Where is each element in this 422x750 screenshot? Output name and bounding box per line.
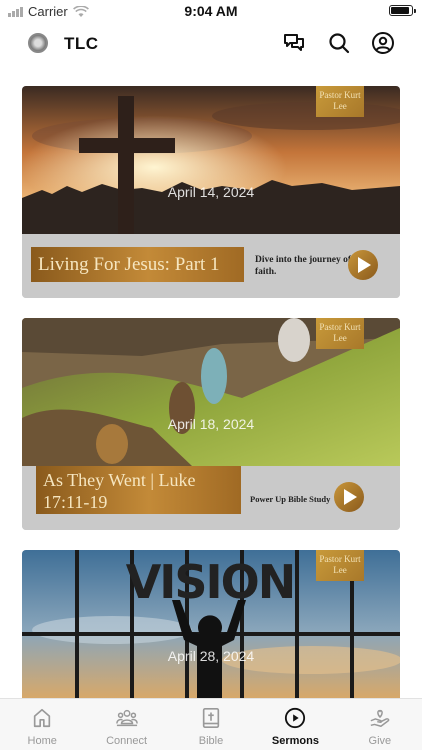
sermon-title: As They Went | Luke 17:11-19: [36, 466, 241, 514]
card-footer: Living For Jesus: Part 1 Dive into the j…: [22, 234, 400, 298]
app-header: TLC: [0, 26, 422, 62]
app-title: TLC: [64, 34, 99, 53]
sermon-tagline: Power Up Bible Study: [250, 494, 331, 504]
tab-sermons[interactable]: Sermons: [253, 699, 337, 750]
tab-label: Give: [368, 735, 392, 747]
sermon-tagline: Dive into the journey of faith.: [255, 255, 352, 277]
people-icon: [115, 709, 138, 727]
tab-bible[interactable]: Bible: [169, 699, 253, 750]
search-icon[interactable]: [327, 31, 351, 55]
bottom-tab-bar: Home Connect Bible Sermons Give: [0, 698, 422, 750]
home-icon: [34, 708, 51, 728]
tab-label: Sermons: [271, 735, 319, 747]
sermon-date: April 14, 2024: [167, 184, 255, 200]
tab-label: Home: [27, 735, 57, 747]
battery-level: [391, 7, 409, 14]
church-logo[interactable]: [28, 33, 48, 53]
pastor-badge: Pastor Kurt Lee: [316, 318, 364, 349]
sermon-feed: Pastor Kurt Lee April 14, 2024 Living Fo…: [22, 86, 400, 750]
tab-label: Bible: [198, 735, 224, 747]
tab-connect[interactable]: Connect: [84, 699, 168, 750]
status-bar: Carrier 9:04 AM: [0, 0, 422, 24]
sermon-date: April 28, 2024: [167, 648, 255, 664]
vision-image-text: VISION: [126, 555, 295, 609]
pastor-badge: Pastor Kurt Lee: [316, 550, 364, 581]
bible-icon: [202, 708, 220, 728]
chat-icon[interactable]: [282, 31, 306, 55]
tab-label: Connect: [106, 735, 148, 747]
tab-give[interactable]: Give: [338, 699, 422, 750]
play-circle-icon: [285, 707, 306, 729]
card-footer: As They Went | Luke 17:11-19 Power Up Bi…: [22, 466, 400, 530]
sermon-date: April 18, 2024: [167, 416, 255, 432]
play-arrow-icon[interactable]: [334, 482, 364, 512]
play-arrow-icon[interactable]: [348, 250, 378, 280]
profile-icon[interactable]: [371, 31, 395, 55]
tab-home[interactable]: Home: [0, 699, 84, 750]
status-time: 9:04 AM: [184, 3, 238, 19]
give-hand-icon: [370, 709, 390, 727]
sermon-title: Living For Jesus: Part 1: [31, 247, 244, 282]
sermon-card[interactable]: Pastor Kurt Lee April 14, 2024 Living Fo…: [22, 86, 400, 298]
sermon-card[interactable]: Pastor Kurt Lee April 18, 2024 As They W…: [22, 318, 400, 530]
pastor-badge: Pastor Kurt Lee: [316, 86, 364, 117]
battery-icon: [389, 5, 416, 16]
